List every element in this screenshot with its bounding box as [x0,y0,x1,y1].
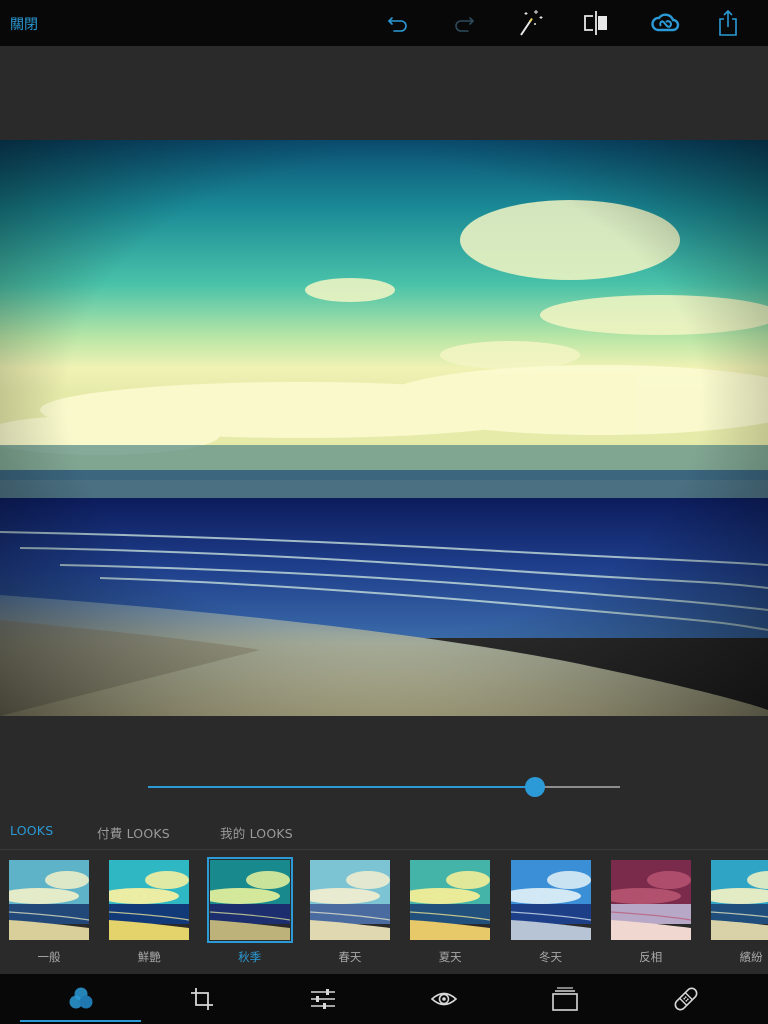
look-label: 繽紛 [739,950,763,964]
active-tool-indicator [20,1020,141,1022]
slider-thumb[interactable] [525,777,545,797]
healing-bandage-tool-icon[interactable] [671,984,701,1014]
look-thumbnail[interactable]: 繽紛 [709,858,768,965]
tab-looks[interactable]: LOOKS [10,823,53,838]
adjustments-tool-icon[interactable] [308,984,338,1014]
look-label: 一般 [37,950,61,964]
slider-track-filled [148,786,535,788]
redo-icon[interactable] [449,8,479,38]
look-intensity-slider[interactable] [148,776,620,798]
look-label: 秋季 [238,950,262,964]
frames-tool-icon[interactable] [550,984,580,1014]
looks-category-tabs: LOOKS 付費 LOOKS 我的 LOOKS [0,817,768,850]
red-eye-tool-icon[interactable] [429,984,459,1014]
tab-paid-looks[interactable]: 付費 LOOKS [97,823,170,842]
looks-tool-icon[interactable] [66,984,96,1014]
look-preview-image [9,860,89,940]
bottom-toolbar [0,974,768,1024]
undo-icon[interactable] [383,8,413,38]
look-preview-image [510,860,591,940]
look-preview-image [711,860,768,940]
look-preview-image [206,857,293,943]
looks-thumbnail-strip: 一般 鮮艷 秋季 春天 夏天 冬天 反相 繽紛 [0,850,768,974]
tab-my-looks[interactable]: 我的 LOOKS [220,823,293,842]
crop-tool-icon[interactable] [187,984,217,1014]
look-thumbnail[interactable]: 一般 [7,858,91,965]
look-thumbnail[interactable]: 春天 [308,858,392,965]
top-toolbar: 關閉 [0,0,768,46]
look-label: 鮮艷 [137,950,161,964]
look-preview-image [109,860,190,940]
look-thumbnail[interactable]: 夏天 [408,858,492,965]
look-label: 反相 [639,950,663,964]
edited-photo-beach-seascape [0,140,768,716]
look-label: 夏天 [438,950,462,964]
look-preview-image [410,860,491,940]
share-icon[interactable] [713,8,743,38]
close-button[interactable]: 關閉 [10,14,38,34]
look-preview-image [610,860,691,940]
look-thumbnail[interactable]: 冬天 [509,858,593,965]
slider-track [535,786,620,788]
compare-split-icon[interactable] [581,8,611,38]
auto-fix-wand-icon[interactable] [515,8,545,38]
look-label: 冬天 [539,950,562,964]
look-thumbnail[interactable]: 秋季 [206,857,293,965]
look-label: 春天 [338,950,362,964]
look-preview-image [309,860,390,940]
look-thumbnail[interactable]: 鮮艷 [107,858,191,965]
look-thumbnail[interactable]: 反相 [609,858,693,965]
creative-cloud-icon[interactable] [650,8,680,38]
